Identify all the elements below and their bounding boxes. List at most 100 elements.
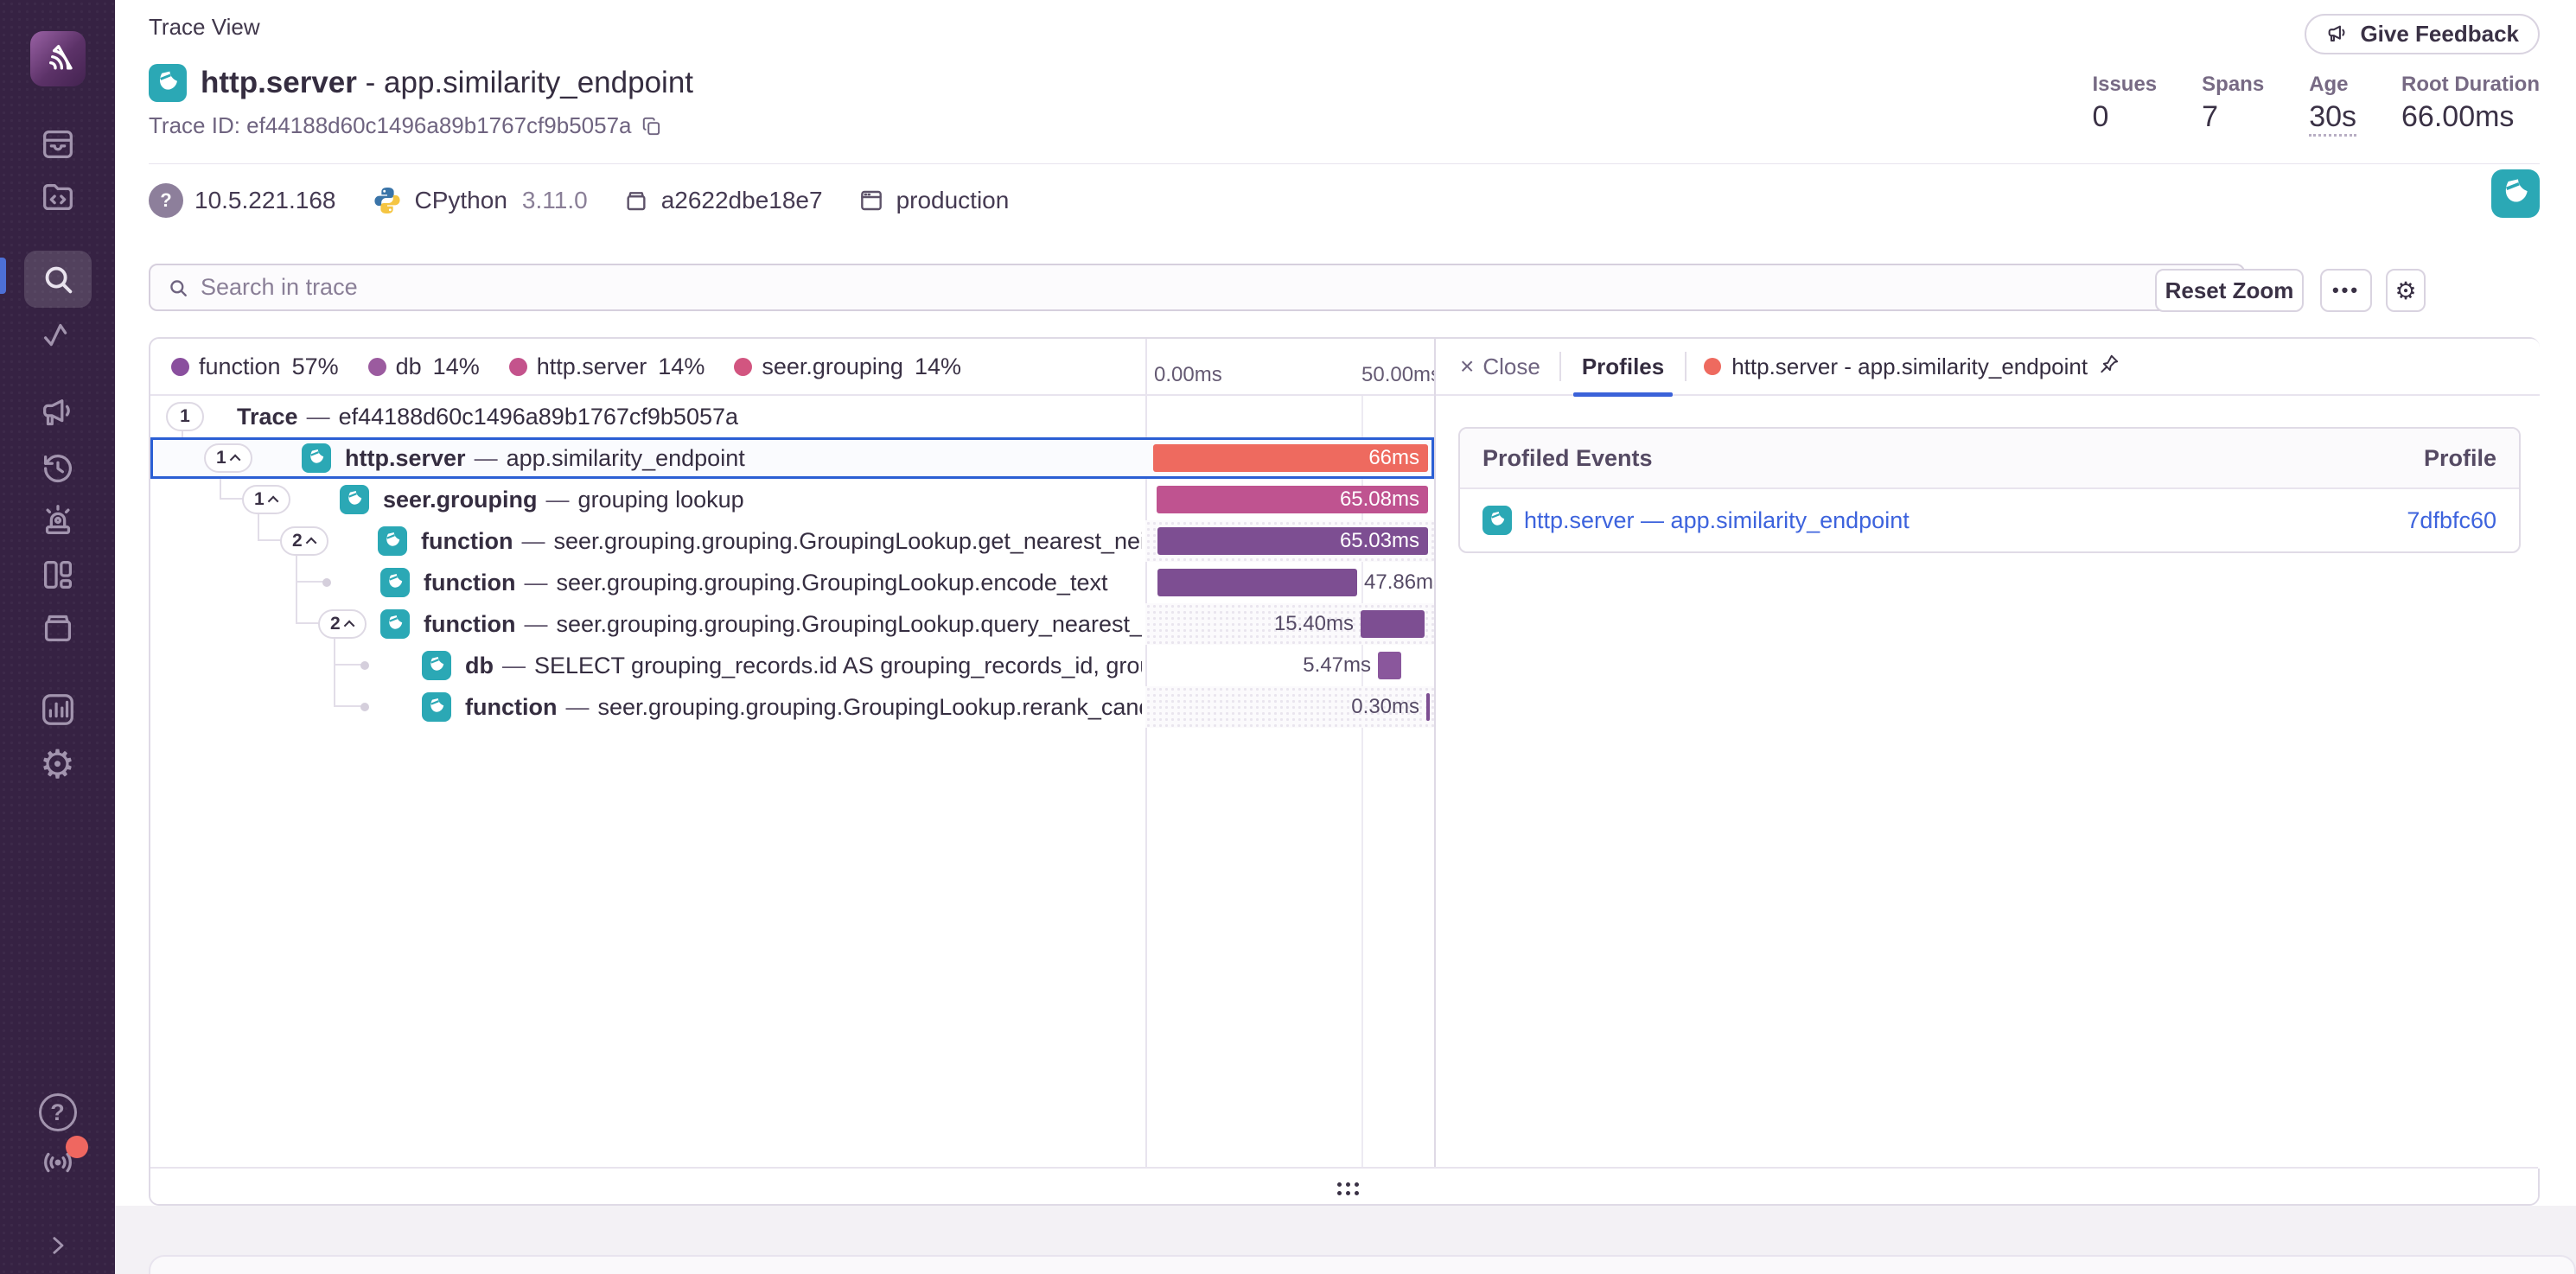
- axis-tick-0: 0.00ms: [1154, 363, 1222, 387]
- span-children-count[interactable]: 2: [318, 609, 367, 639]
- trace-search: [149, 264, 2245, 311]
- trace-row-function-query-nearest[interactable]: 2 function— seer.grouping.grouping.Group…: [150, 603, 1434, 645]
- span-children-count[interactable]: 1: [204, 443, 252, 473]
- bottom-drawer-handle[interactable]: [149, 1255, 2576, 1274]
- seer-span-icon: [380, 568, 410, 597]
- tab-divider: [1685, 352, 1687, 381]
- span-bar-label: 15.40ms: [1274, 603, 1354, 645]
- unknown-user-icon: ?: [149, 183, 183, 218]
- sidebar-item-settings[interactable]: ⚙: [0, 744, 115, 784]
- axis-tick-50: 50.00ms: [1361, 363, 1434, 387]
- pin-icon[interactable]: [2098, 353, 2120, 381]
- span-children-count[interactable]: 1: [166, 402, 204, 431]
- span-bar[interactable]: [1378, 652, 1401, 679]
- close-panel-button[interactable]: × Close: [1450, 353, 1551, 380]
- drag-handle-icon[interactable]: [1335, 1180, 1361, 1197]
- more-options-button[interactable]: •••: [2320, 269, 2372, 312]
- profiled-event-link[interactable]: http.server — app.similarity_endpoint: [1524, 507, 1910, 534]
- span-bar-label: 65.08ms: [1340, 479, 1419, 520]
- span-children-count[interactable]: 2: [280, 526, 328, 556]
- title-separator: -: [366, 66, 376, 99]
- meta-runtime[interactable]: CPython 3.11.0: [371, 184, 588, 217]
- sidebar-item-help[interactable]: ?: [0, 1092, 115, 1132]
- trace-row-db-select[interactable]: db— SELECT grouping_records.id AS groupi…: [150, 645, 1434, 686]
- span-bar-label: 65.03ms: [1340, 520, 1419, 562]
- panel-resize-footer[interactable]: [150, 1167, 2538, 1204]
- tab-divider: [1559, 352, 1561, 381]
- sidebar-item-projects[interactable]: [0, 177, 115, 217]
- span-bar-label: 5.47ms: [1303, 645, 1371, 686]
- python-icon: [371, 184, 404, 217]
- megaphone-icon: [38, 394, 78, 434]
- sidebar-item-whats-new[interactable]: [0, 1144, 115, 1184]
- sidebar-item-dashboards[interactable]: [0, 555, 115, 595]
- stat-issues: Issues 0: [2092, 73, 2157, 137]
- environment-name: production: [896, 187, 1010, 214]
- profiled-event-row[interactable]: http.server — app.similarity_endpoint 7d…: [1460, 489, 2519, 551]
- legend-dot: [171, 358, 189, 376]
- sidebar-item-issues[interactable]: [0, 124, 115, 164]
- tab-profiles[interactable]: Profiles: [1570, 339, 1676, 395]
- trace-row-seer-grouping[interactable]: 1 seer.grouping— grouping lookup 65.08ms: [150, 479, 1434, 520]
- meta-user[interactable]: ? 10.5.221.168: [149, 183, 336, 218]
- meta-environment[interactable]: production: [858, 187, 1010, 214]
- seer-span-icon: [422, 692, 451, 722]
- title-transaction: app.similarity_endpoint: [384, 66, 693, 99]
- meta-release[interactable]: a2622dbe18e7: [622, 187, 823, 214]
- trace-settings-button[interactable]: ⚙: [2386, 269, 2426, 312]
- span-children-count[interactable]: 1: [242, 485, 290, 514]
- sidebar-item-stats[interactable]: [0, 690, 115, 729]
- legend-dot: [734, 358, 752, 376]
- legend-dot: [368, 358, 386, 376]
- page-title: Trace View: [149, 14, 260, 41]
- trace-title: http.server - app.similarity_endpoint: [149, 64, 693, 102]
- sidebar-item-metrics[interactable]: [0, 315, 115, 355]
- profile-id-link[interactable]: 7dfbfc60: [2407, 507, 2496, 534]
- title-op: http.server: [201, 66, 357, 99]
- megaphone-icon: [2325, 22, 2350, 47]
- legend-item: function57%: [171, 354, 339, 380]
- trace-row-http-server[interactable]: 1 http.server— app.similarity_endpoint 6…: [150, 437, 1434, 479]
- trace-waterfall-panel: function57% db14% http.server14% seer.gr…: [149, 337, 2540, 1206]
- package-icon: [622, 187, 650, 214]
- trace-row-root[interactable]: 1 Trace— ef44188d60c1496a89b1767cf9b5057…: [150, 396, 1434, 437]
- stat-root-duration: Root Duration 66.00ms: [2401, 73, 2540, 137]
- stats-icon: [38, 690, 78, 729]
- siren-icon: [38, 500, 78, 540]
- trace-row-function-rerank[interactable]: function— seer.grouping.grouping.Groupin…: [150, 686, 1434, 728]
- details-tabbar: × Close Profiles http.server - app.simil…: [1436, 339, 2540, 396]
- sidebar-item-home[interactable]: [0, 31, 115, 86]
- seer-span-icon: [149, 64, 187, 102]
- seer-badge[interactable]: [2491, 169, 2540, 218]
- copy-icon[interactable]: [641, 115, 663, 137]
- reset-zoom-button[interactable]: Reset Zoom: [2155, 269, 2304, 312]
- sidebar-item-explore[interactable]: [0, 251, 115, 308]
- span-bar[interactable]: [1157, 569, 1357, 596]
- stat-spans: Spans 7: [2202, 73, 2264, 137]
- issues-icon: [38, 124, 78, 164]
- span-color-dot: [1704, 358, 1721, 375]
- sidebar-item-alerts[interactable]: [0, 500, 115, 540]
- seer-span-icon: [378, 526, 407, 556]
- sidebar-item-feedback[interactable]: [0, 394, 115, 434]
- pinned-span-tab[interactable]: http.server - app.similarity_endpoint: [1695, 353, 2129, 381]
- trace-row-function-get-nearest[interactable]: 2 function— seer.grouping.grouping.Group…: [150, 520, 1434, 562]
- legend-item: db14%: [368, 354, 480, 380]
- search-input[interactable]: [201, 274, 2228, 301]
- active-nav-highlight: [24, 251, 92, 308]
- give-feedback-label: Give Feedback: [2360, 21, 2519, 48]
- sentry-logo-icon: [30, 31, 86, 86]
- folder-code-icon: [38, 177, 78, 217]
- sidebar-item-releases[interactable]: [0, 608, 115, 647]
- close-icon: ×: [1460, 353, 1474, 380]
- span-bar-label: 66ms: [1368, 437, 1419, 479]
- trace-stats: Issues 0 Spans 7 Age 30s Root Duration 6…: [2092, 73, 2540, 137]
- span-bar[interactable]: [1361, 610, 1425, 638]
- sidebar-collapse-toggle[interactable]: [0, 1226, 115, 1265]
- seer-span-icon: [340, 485, 369, 514]
- trace-row-function-encode-text[interactable]: function— seer.grouping.grouping.Groupin…: [150, 562, 1434, 603]
- sidebar-item-replays[interactable]: [0, 449, 115, 488]
- give-feedback-button[interactable]: Give Feedback: [2305, 14, 2540, 54]
- archive-box-icon: [38, 608, 78, 647]
- span-bar[interactable]: [1426, 693, 1430, 721]
